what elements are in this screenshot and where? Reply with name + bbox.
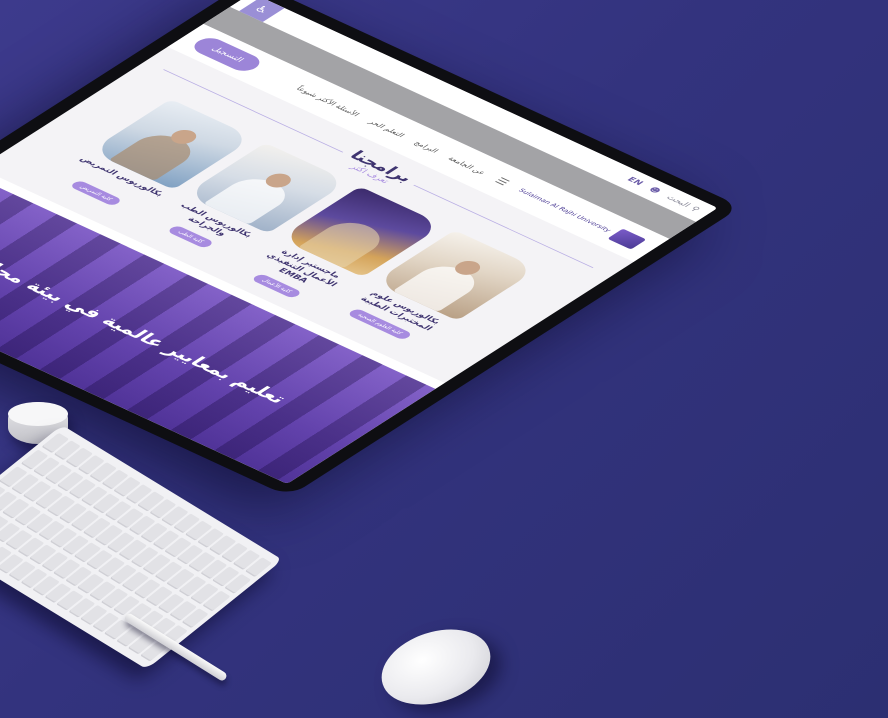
nav-item-programs[interactable]: البرامج xyxy=(413,140,441,154)
website-screen: ⚲ البحث ☻ EN ♿ Sulaiman Al Rajhi Univers… xyxy=(0,0,718,484)
nav-item-free-learning[interactable]: التعلم الحر xyxy=(367,119,406,138)
menu-icon[interactable]: ☰ xyxy=(492,176,513,188)
search-placeholder: البحث xyxy=(663,194,692,209)
language-toggle[interactable]: EN xyxy=(624,176,644,187)
mouse xyxy=(371,616,501,718)
desk-scene: ⚲ البحث ☻ EN ♿ Sulaiman Al Rajhi Univers… xyxy=(0,0,888,718)
user-icon[interactable]: ☻ xyxy=(646,186,662,195)
search-icon: ⚲ xyxy=(687,205,702,214)
nav-item-about[interactable]: عن الجامعة xyxy=(446,155,488,176)
monitor: ⚲ البحث ☻ EN ♿ Sulaiman Al Rajhi Univers… xyxy=(0,0,742,497)
logo-mark xyxy=(607,228,647,250)
